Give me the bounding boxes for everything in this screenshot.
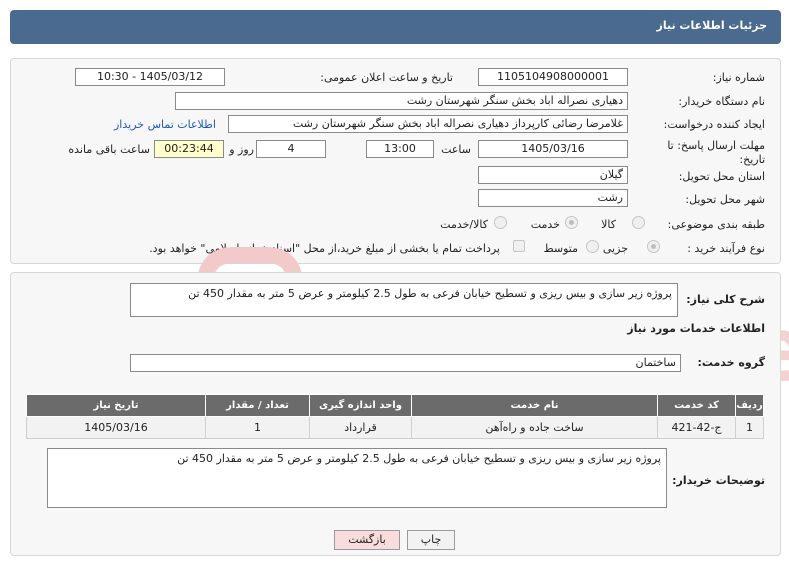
buyer-notes-field: پروژه زیر سازی و بیس ریزی و تسطیح خیابان… [47,448,667,508]
services-table: ردیف کد خدمت نام خدمت واحد اندازه گیری ت… [26,394,764,439]
print-button[interactable]: چاپ [407,530,455,550]
page-title: جزئیات اطلاعات نیاز [656,19,768,32]
province-label: استان محل تحویل: [678,170,765,183]
process-radio-medium[interactable] [586,240,599,253]
column-need-date: تاریخ نیاز [26,394,206,417]
creator-label: ایجاد کننده درخواست: [663,118,765,131]
category-radio-service[interactable] [565,216,578,229]
table-row: 1 ج-42-421 ساخت جاده و راه‌آهن قرارداد 1… [26,416,764,439]
treasury-payment-note: پرداخت تمام یا بخشی از مبلغ خرید،از محل … [149,242,500,255]
buyer-org-label: نام دستگاه خریدار: [678,95,765,108]
service-group-field: ساختمان [130,354,681,372]
category-option-service: خدمت [530,218,560,231]
need-number-label: شماره نیاز: [712,71,765,84]
creator-field: غلامرضا رضائی کارپرداز دهیاری نصراله ابا… [228,115,628,133]
buyer-notes-label: توضیحات خریدار: [672,474,765,487]
process-option-minor: جزیی [602,242,628,255]
category-radio-goods-service[interactable] [494,216,507,229]
category-option-goods-service: کالا/خدمت [440,218,488,231]
description-label: شرح کلی نیاز: [686,293,765,306]
remaining-time-field: 00:23:44 [154,140,224,158]
announce-label: تاریخ و ساعت اعلان عمومی: [320,71,453,84]
back-button[interactable]: بازگشت [334,530,400,550]
category-radio-goods[interactable] [632,216,645,229]
cell-service-name: ساخت جاده و راه‌آهن [411,416,658,439]
cell-row-number: 1 [735,416,764,439]
time-label: ساعت [441,143,471,156]
deadline-date-field: 1405/03/16 [478,140,628,158]
buyer-org-field: دهیاری نصراله اباد بخش سنگر شهرستان رشت [175,92,628,110]
cell-unit: قرارداد [309,416,412,439]
column-service-name: نام خدمت [411,394,658,417]
province-field: گیلان [478,166,628,184]
days-field: 4 [256,140,326,158]
treasury-payment-checkbox[interactable] [513,240,525,252]
remaining-label: ساعت باقی مانده [68,143,150,156]
contact-buyer-link[interactable]: اطلاعات تماس خریدار [114,118,216,131]
city-field: رشت [478,189,628,207]
column-unit: واحد اندازه گیری [309,394,412,417]
column-service-code: کد خدمت [657,394,736,417]
column-quantity: تعداد / مقدار [205,394,310,417]
category-label: طبقه بندی موضوعی: [667,218,765,231]
announce-field: 1405/03/12 - 10:30 [75,68,225,86]
services-table-header: ردیف کد خدمت نام خدمت واحد اندازه گیری ت… [26,394,764,417]
description-field: پروژه زیر سازی و بیس ریزی و تسطیح خیابان… [130,283,678,317]
deadline-label: مهلت ارسال پاسخ: تا تاریخ: [667,139,765,166]
column-row-number: ردیف [735,394,764,417]
city-label: شهر محل تحویل: [685,193,765,206]
deadline-time-field: 13:00 [366,140,434,158]
services-section-title: اطلاعات خدمات مورد نیاز [627,322,765,335]
cell-need-date: 1405/03/16 [26,416,206,439]
page-header: جزئیات اطلاعات نیاز [10,10,781,44]
process-option-medium: متوسط [543,242,578,255]
category-option-goods: کالا [601,218,616,231]
days-label: روز و [229,143,254,156]
process-label: نوع فرآیند خرید : [687,242,765,255]
cell-service-code: ج-42-421 [657,416,736,439]
need-number-field: 1105104908000001 [478,68,628,86]
service-group-label: گروه خدمت: [697,356,765,369]
cell-quantity: 1 [205,416,310,439]
process-radio-minor[interactable] [647,240,660,253]
